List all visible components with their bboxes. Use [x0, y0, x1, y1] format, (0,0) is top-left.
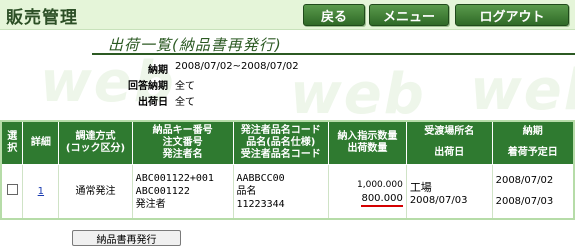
row-select-cell: [0, 163, 24, 220]
col-key-line2: 注文番号: [162, 136, 203, 148]
col-method-line1: 調達方式: [75, 130, 116, 142]
row-due-date: 2008/07/02: [495, 175, 554, 187]
col-detail: 詳細: [22, 120, 60, 165]
row-item-name: 品名: [236, 185, 257, 197]
row-item-code: AABBCC00: [236, 172, 285, 184]
col-key-line3: 発注者名: [162, 148, 203, 160]
table-row: 1 通常発注 ABC001122+001 ABC001122 発注者 AABBC…: [0, 163, 575, 220]
col-delivery-key: 納品キー番号 注文番号 発注者名: [131, 120, 234, 165]
criteria-due-date: 納期 2008/07/02~2008/07/02: [0, 61, 320, 76]
menu-button[interactable]: メニュー: [369, 4, 449, 26]
row-detail-cell: 1: [22, 163, 60, 220]
col-quantity: 納入指示数量 出荷数量: [328, 120, 407, 165]
row-due-cell: 2008/07/02 2008/07/03: [491, 163, 575, 220]
col-item-line3: 受注者品名コード: [240, 148, 321, 160]
row-qty-cell: 1,000.000 800.000: [328, 163, 407, 220]
criteria-value: 全て: [175, 81, 195, 92]
col-place-line1: 受渡場所名: [424, 126, 475, 138]
col-place: 受渡場所名 出荷日: [405, 120, 493, 165]
col-due-line1: 納期: [522, 126, 543, 138]
criteria-label: 納期: [148, 65, 168, 76]
col-place-line2: 出荷日: [434, 147, 465, 159]
col-key-line1: 納品キー番号: [152, 124, 213, 136]
logout-button[interactable]: ログアウト: [455, 4, 569, 26]
row-place-cell: 工場 2008/07/03: [405, 163, 493, 220]
row-shipped-qty-wrap: 800.000: [332, 192, 403, 208]
criteria-value: 2008/07/02~2008/07/02: [175, 61, 299, 72]
col-method-line2: (コック区分): [65, 142, 126, 154]
col-item: 発注者品名コード 品名(品名仕様) 受注者品名コード: [232, 120, 330, 165]
criteria-answer-due: 回答納期 全て: [0, 77, 320, 92]
criteria-label: 出荷日: [138, 97, 168, 108]
col-method: 調達方式 (コック区分): [58, 120, 133, 165]
row-order-no: ABC001122: [135, 185, 190, 197]
title-underline: [92, 53, 575, 55]
row-arrival-date: 2008/07/03: [495, 196, 554, 208]
col-select: 選択: [0, 120, 24, 165]
reissue-button[interactable]: 納品書再発行: [72, 230, 181, 246]
watermark-text: web: [470, 58, 575, 123]
row-orderer: 発注者: [135, 198, 166, 210]
page-title: 出荷一覧(納品書再発行): [108, 36, 282, 54]
row-instructed-qty: 1,000.000: [357, 180, 403, 191]
table-header-row: 選択 詳細 調達方式 (コック区分) 納品キー番号 注文番号 発注者名 発注者品…: [0, 120, 575, 165]
criteria-ship-date: 出荷日 全て: [0, 93, 320, 108]
criteria-label: 回答納期: [128, 81, 168, 92]
col-item-line1: 発注者品名コード: [240, 124, 321, 136]
row-method: 通常発注: [58, 163, 133, 220]
col-qty-line1: 納入指示数量: [337, 130, 398, 142]
criteria-value: 全て: [175, 97, 195, 108]
top-bar: 販売管理 戻る メニュー ログアウト: [0, 0, 575, 30]
detail-link[interactable]: 1: [38, 186, 44, 197]
shipment-table: 選択 詳細 調達方式 (コック区分) 納品キー番号 注文番号 発注者名 発注者品…: [0, 120, 575, 220]
row-item-cell: AABBCC00 品名 11223344: [232, 163, 330, 220]
app-title: 販売管理: [6, 8, 78, 28]
row-place: 工場: [409, 181, 432, 195]
row-key-cell: ABC001122+001 ABC001122 発注者: [131, 163, 234, 220]
col-item-line2: 品名(品名仕様): [246, 136, 316, 148]
row-ship-date: 2008/07/03: [409, 195, 468, 207]
row-key-no: ABC001122+001: [135, 172, 214, 184]
row-supplier-item-code: 11223344: [236, 198, 285, 210]
col-qty-line2: 出荷数量: [347, 142, 388, 154]
row-checkbox[interactable]: [6, 183, 18, 195]
col-due: 納期 着荷予定日: [491, 120, 575, 165]
col-due-line2: 着荷予定日: [507, 147, 558, 159]
row-shipped-qty: 800.000: [361, 192, 403, 208]
back-button[interactable]: 戻る: [303, 4, 365, 26]
